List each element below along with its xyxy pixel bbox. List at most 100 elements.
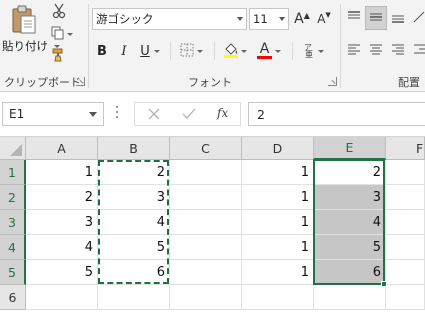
- align-left-icon: [347, 43, 361, 58]
- align-middle-button[interactable]: [365, 6, 387, 30]
- cell-c5[interactable]: [170, 260, 242, 285]
- grow-font-button[interactable]: A ▲: [292, 8, 312, 30]
- align-top-icon: [347, 10, 361, 26]
- font-color-button[interactable]: A: [254, 40, 284, 62]
- scissors-icon: [52, 3, 66, 22]
- bold-button[interactable]: B: [92, 40, 112, 62]
- insert-function-button[interactable]: fx: [217, 106, 228, 120]
- column-header-b[interactable]: B: [98, 137, 170, 160]
- formula-buttons: fx: [134, 102, 241, 126]
- indent-button[interactable]: [410, 40, 425, 60]
- name-box-value: E1: [9, 107, 25, 121]
- cell-f1[interactable]: [386, 160, 425, 185]
- cell-c6[interactable]: [170, 285, 242, 310]
- cell-a3[interactable]: 3: [26, 210, 98, 235]
- formula-input[interactable]: 2: [248, 102, 425, 126]
- copy-button[interactable]: [49, 24, 75, 44]
- underline-dropdown-icon: [153, 49, 160, 53]
- cell-f5[interactable]: [386, 260, 425, 285]
- underline-button[interactable]: U: [136, 40, 164, 62]
- cancel-icon[interactable]: [147, 107, 161, 124]
- phonetic-guide-button[interactable]: ア亜: [298, 40, 328, 62]
- select-all-button[interactable]: [0, 137, 26, 160]
- alignment-group-label: 配置: [398, 76, 420, 89]
- cell-f6[interactable]: [386, 285, 425, 310]
- cell-a4[interactable]: 4: [26, 235, 98, 260]
- format-painter-button[interactable]: [49, 46, 69, 66]
- cell-c2[interactable]: [170, 185, 242, 210]
- cell-f2[interactable]: [386, 185, 425, 210]
- cell-e5[interactable]: 6: [314, 260, 386, 285]
- font-size-combo[interactable]: 11: [249, 8, 289, 30]
- font-color-swatch: [257, 56, 272, 59]
- enter-icon[interactable]: [181, 107, 197, 124]
- cell-b3[interactable]: 4: [98, 210, 170, 235]
- borders-button[interactable]: [176, 40, 206, 62]
- formula-bar-grip[interactable]: [116, 106, 119, 120]
- align-right-button[interactable]: [388, 40, 408, 60]
- cell-a6[interactable]: [26, 285, 98, 310]
- cell-a1[interactable]: 1: [26, 160, 98, 185]
- name-box[interactable]: E1: [2, 102, 104, 126]
- font-name-value: 游ゴシック: [96, 12, 154, 26]
- cell-c3[interactable]: [170, 210, 242, 235]
- column-header-e[interactable]: E: [314, 137, 386, 160]
- font-name-combo[interactable]: 游ゴシック: [92, 8, 247, 30]
- cell-e6[interactable]: [314, 285, 386, 310]
- font-name-dropdown-icon[interactable]: [237, 17, 243, 21]
- cell-d1[interactable]: 1: [242, 160, 314, 185]
- italic-button[interactable]: I: [114, 40, 134, 62]
- cell-e1[interactable]: 2: [314, 160, 386, 185]
- cell-c1[interactable]: [170, 160, 242, 185]
- row-header-5[interactable]: 5: [0, 260, 26, 285]
- cell-b6[interactable]: [98, 285, 170, 310]
- fill-color-dropdown-icon: [241, 49, 247, 53]
- cell-d5[interactable]: 1: [242, 260, 314, 285]
- svg-text:亜: 亜: [305, 50, 313, 58]
- align-middle-icon: [369, 11, 383, 26]
- clipboard-dialog-launcher[interactable]: [76, 77, 85, 86]
- font-size-dropdown-icon[interactable]: [279, 17, 285, 21]
- clipboard-group-label: クリップボード: [4, 76, 81, 89]
- cell-e2[interactable]: 3: [314, 185, 386, 210]
- group-separator: [340, 4, 341, 88]
- cell-b2[interactable]: 3: [98, 185, 170, 210]
- cell-d6[interactable]: [242, 285, 314, 310]
- row-header-3[interactable]: 3: [0, 210, 26, 235]
- cell-f3[interactable]: [386, 210, 425, 235]
- cell-f4[interactable]: [386, 235, 425, 260]
- cell-b1[interactable]: 2: [98, 160, 170, 185]
- cell-c4[interactable]: [170, 235, 242, 260]
- align-left-button[interactable]: [344, 40, 364, 60]
- align-bottom-button[interactable]: [388, 8, 408, 28]
- fill-color-button[interactable]: [220, 40, 250, 62]
- cell-e4[interactable]: 5: [314, 235, 386, 260]
- shrink-font-button[interactable]: A ▼: [314, 8, 334, 30]
- row-header-4[interactable]: 4: [0, 235, 26, 260]
- row-header-1[interactable]: 1: [0, 160, 26, 185]
- orientation-button[interactable]: [410, 8, 425, 28]
- orientation-icon: [413, 11, 425, 26]
- cell-b4[interactable]: 5: [98, 235, 170, 260]
- cell-d3[interactable]: 1: [242, 210, 314, 235]
- ribbon: 貼り付け クリップボード 游ゴシック 11 A ▲ A ▼ B I U A ア …: [0, 0, 425, 92]
- column-header-f[interactable]: F: [386, 137, 425, 160]
- align-top-button[interactable]: [344, 8, 364, 28]
- cell-a5[interactable]: 5: [26, 260, 98, 285]
- cut-button[interactable]: [49, 2, 69, 22]
- cell-d2[interactable]: 1: [242, 185, 314, 210]
- column-header-a[interactable]: A: [26, 137, 98, 160]
- name-box-dropdown-icon[interactable]: [89, 112, 97, 117]
- column-header-c[interactable]: C: [170, 137, 242, 160]
- row-header-2[interactable]: 2: [0, 185, 26, 210]
- group-separator: [88, 4, 89, 88]
- column-header-d[interactable]: D: [242, 137, 314, 160]
- cell-a2[interactable]: 2: [26, 185, 98, 210]
- cell-d4[interactable]: 1: [242, 235, 314, 260]
- font-dialog-launcher[interactable]: [328, 77, 337, 86]
- cell-e3[interactable]: 4: [314, 210, 386, 235]
- cell-b5[interactable]: 6: [98, 260, 170, 285]
- grow-arrow-icon: ▲: [303, 10, 310, 20]
- align-center-button[interactable]: [366, 40, 386, 60]
- row-header-6[interactable]: 6: [0, 285, 26, 310]
